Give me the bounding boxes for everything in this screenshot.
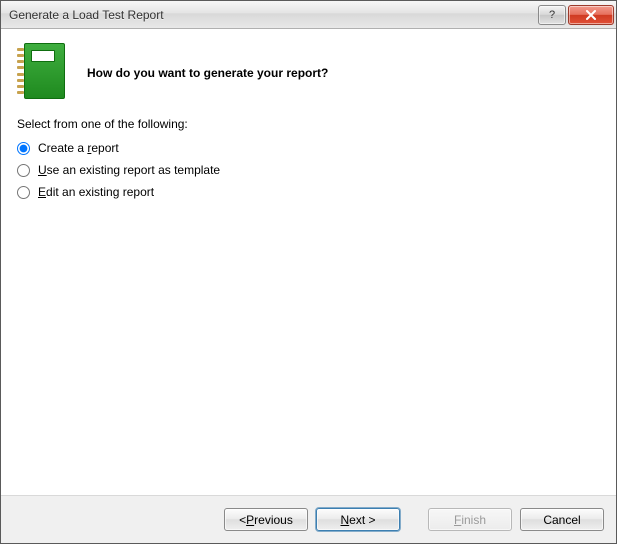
radio-edit-report[interactable] [17,186,30,199]
option-label: Use an existing report as template [38,163,220,177]
close-icon [585,10,597,20]
help-button[interactable]: ? [538,5,566,25]
option-label: Create a report [38,141,119,155]
close-button[interactable] [568,5,614,25]
wizard-heading: How do you want to generate your report? [87,62,328,80]
wizard-dialog: Generate a Load Test Report ? How do you… [0,0,617,544]
wizard-header: How do you want to generate your report? [1,29,616,117]
option-use-template[interactable]: Use an existing report as template [17,163,600,177]
next-button[interactable]: Next > [316,508,400,531]
help-icon: ? [549,9,555,21]
option-edit-report[interactable]: Edit an existing report [17,185,600,199]
report-icon [17,43,65,99]
finish-button: Finish [428,508,512,531]
radio-create-report[interactable] [17,142,30,155]
cancel-button[interactable]: Cancel [520,508,604,531]
prompt-text: Select from one of the following: [17,117,600,131]
wizard-footer: < Previous Next > Finish Cancel [1,495,616,543]
titlebar-buttons: ? [538,5,614,25]
window-title: Generate a Load Test Report [9,8,538,22]
titlebar: Generate a Load Test Report ? [1,1,616,29]
option-create-report[interactable]: Create a report [17,141,600,155]
wizard-content: Select from one of the following: Create… [1,117,616,495]
options-group: Create a report Use an existing report a… [17,141,600,199]
previous-button[interactable]: < Previous [224,508,308,531]
radio-use-template[interactable] [17,164,30,177]
option-label: Edit an existing report [38,185,154,199]
